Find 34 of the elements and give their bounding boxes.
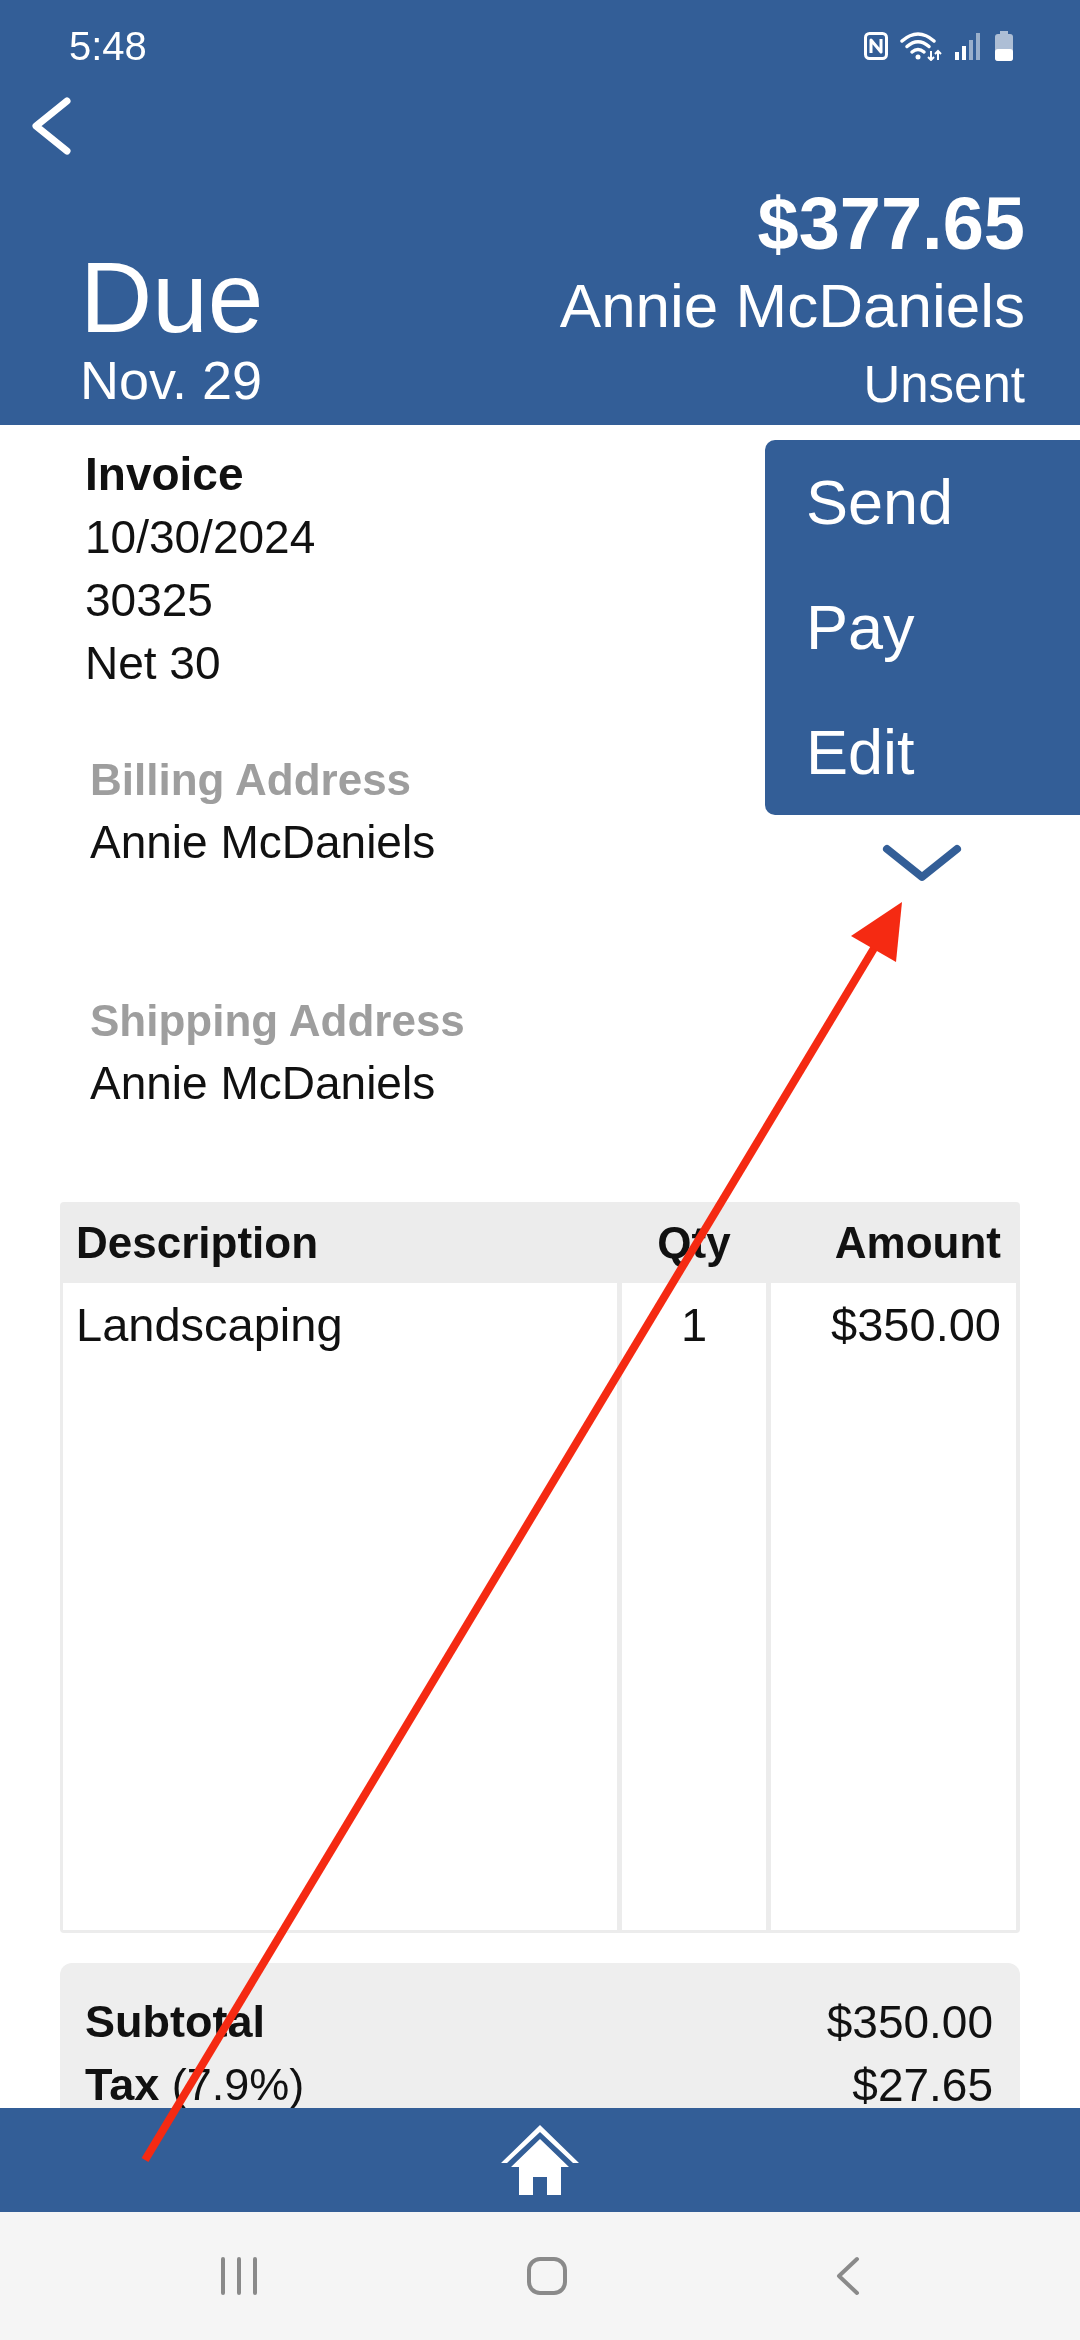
column-header: Amount	[833, 1216, 1002, 1269]
table-cell: Landscaping	[63, 1283, 617, 1930]
invoice-detail: 10/30/2024	[85, 510, 316, 565]
battery-icon	[994, 31, 1014, 61]
menu-item[interactable]: Edit	[765, 690, 1080, 815]
status-time: 5:48	[69, 26, 147, 66]
invoice-status: Unsent	[863, 355, 1025, 415]
invoice-total: $377.65	[757, 183, 1025, 265]
signal-icon	[954, 32, 982, 60]
home-icon[interactable]	[501, 2125, 579, 2195]
back-icon[interactable]	[30, 97, 72, 155]
nfc-icon	[864, 32, 888, 60]
invoice-title: Invoice	[85, 447, 244, 502]
column-header: Description	[75, 1216, 320, 1269]
address-name: Annie McDaniels	[90, 815, 436, 870]
back-icon[interactable]	[836, 2256, 860, 2296]
address-label: Billing Address	[90, 754, 412, 806]
wifi-icon	[900, 31, 942, 61]
menu-item[interactable]: Pay	[765, 565, 1080, 690]
total-value: $350.00	[826, 1998, 993, 2045]
chevron-down-icon[interactable]	[882, 844, 962, 884]
invoice-detail: 30325	[85, 573, 213, 628]
customer-name: Annie McDaniels	[559, 270, 1025, 342]
invoice-detail: Net 30	[85, 636, 221, 691]
total-value: $27.65	[852, 2061, 993, 2108]
address-label: Shipping Address	[90, 995, 465, 1047]
recents-icon[interactable]	[220, 2257, 258, 2295]
table-cell: 1	[622, 1283, 766, 1930]
due-label: Due	[80, 257, 264, 337]
menu-item[interactable]: Send	[765, 440, 1080, 565]
table-cell: $350.00	[771, 1283, 1016, 1930]
address-name: Annie McDaniels	[90, 1056, 436, 1111]
due-date: Nov. 29	[80, 349, 263, 412]
home-button-icon[interactable]	[526, 2256, 568, 2296]
